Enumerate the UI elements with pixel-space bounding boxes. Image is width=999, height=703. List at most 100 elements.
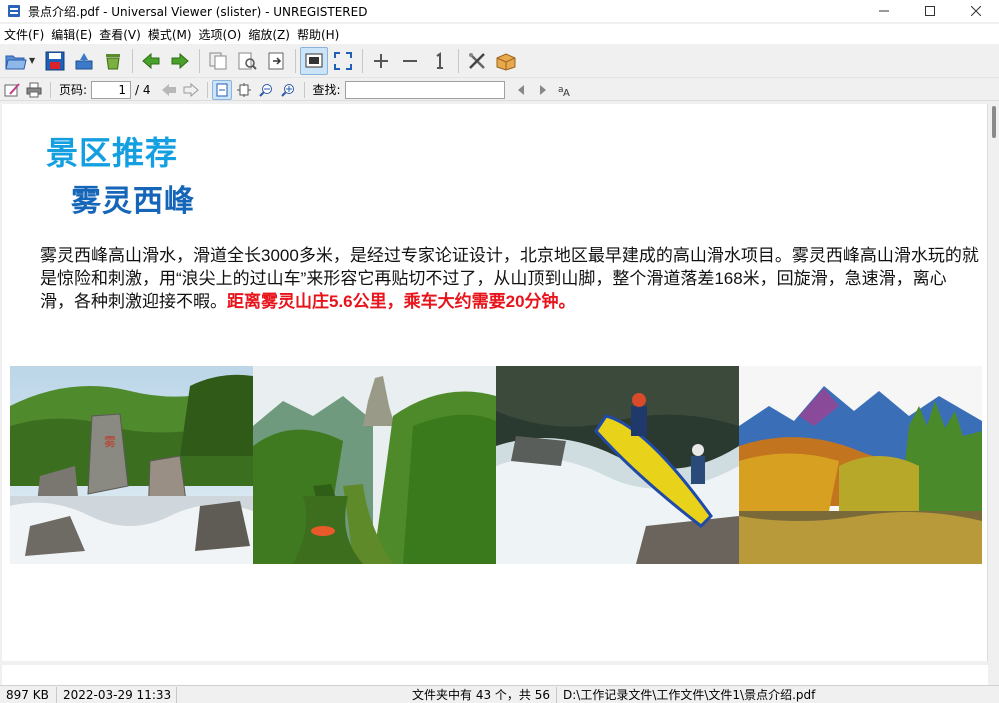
photo-strip: 雾: [10, 366, 984, 564]
file-path: D:\工作记录文件\工作文件\文件1\景点介绍.pdf: [563, 687, 816, 702]
back-arrow-icon: [142, 52, 160, 69]
zoom-out-icon: [403, 59, 417, 62]
toolbar-separator: [206, 81, 208, 98]
find-next-icon: [539, 84, 546, 95]
menu-help[interactable]: 帮助(H): [297, 26, 346, 43]
find-next-button[interactable]: [533, 80, 553, 100]
original-size-button[interactable]: [425, 47, 453, 75]
toolbar-separator: [303, 81, 305, 98]
photo-autumn-lake: [739, 366, 982, 564]
menu-view[interactable]: 查看(V): [99, 26, 148, 43]
toolbar-separator: [199, 48, 200, 73]
single-page-button[interactable]: [211, 79, 232, 100]
menu-zoom[interactable]: 缩放(Z): [248, 26, 297, 43]
file-size: 897 KB: [0, 686, 57, 703]
recycle-icon: [106, 53, 120, 69]
fullscreen-icon: [334, 51, 352, 70]
print-button[interactable]: [24, 80, 44, 100]
save-button[interactable]: [41, 47, 69, 75]
back-button[interactable]: [137, 47, 165, 75]
magnifier-plus-icon: [280, 83, 294, 97]
next-page-button[interactable]: [181, 80, 201, 100]
page-label: 页码:: [59, 83, 88, 97]
folder-count: 文件夹中有 43 个，共 56: [177, 686, 557, 703]
menu-bar: 文件(F) 编辑(E) 查看(V) 模式(M) 选项(O) 缩放(Z) 帮助(H…: [0, 24, 999, 44]
package-button[interactable]: [492, 47, 520, 75]
single-page-icon: [216, 83, 228, 96]
window-title: 景点介绍.pdf - Universal Viewer (slister) - …: [28, 4, 368, 19]
menu-options[interactable]: 选项(O): [199, 26, 249, 43]
find-prev-icon: [517, 84, 524, 95]
page-total: / 4: [135, 82, 151, 97]
navigation-toolbar: 页码: 1 / 4 查找: aA: [0, 79, 999, 101]
find-prev-button[interactable]: [511, 80, 531, 100]
vertical-scrollbar[interactable]: [989, 102, 999, 685]
print-icon: [26, 82, 42, 97]
maximize-button[interactable]: [907, 0, 953, 22]
copy-button[interactable]: [204, 47, 232, 75]
document-viewer[interactable]: 景区推荐 雾灵西峰 雾灵西峰高山滑水，滑道全长3000多米，是经过专家论证设计，…: [0, 102, 999, 685]
open-button[interactable]: [2, 47, 30, 75]
find-input[interactable]: [344, 80, 505, 99]
zoom-out-button[interactable]: [396, 47, 424, 75]
original-size-icon: [436, 51, 443, 69]
toolbar-separator: [458, 48, 459, 73]
description-paragraph: 雾灵西峰高山滑水，滑道全长3000多米，是经过专家论证设计，北京地区最早建成的高…: [40, 244, 980, 313]
photo-rafting: [496, 366, 739, 564]
settings-icon: [469, 52, 485, 69]
open-dropdown-arrow[interactable]: ▼: [29, 56, 39, 65]
prev-page-button[interactable]: [159, 80, 179, 100]
distance-highlight: 距离雾灵山庄5.6公里，乘车大约需要20分钟。: [227, 292, 576, 311]
svg-text:A: A: [563, 88, 570, 97]
match-case-button[interactable]: aA: [555, 80, 575, 100]
photo-rock-waterfall: 雾: [10, 366, 253, 564]
settings-button[interactable]: [463, 47, 491, 75]
recycle-button[interactable]: [99, 47, 127, 75]
next-pdf-page: [2, 665, 988, 685]
open-folder-icon: [5, 55, 27, 69]
zoom-in-icon: [374, 53, 388, 68]
photo-green-valley: [253, 366, 496, 564]
zoom-in-small-button[interactable]: [278, 80, 298, 100]
find-label: 查找:: [312, 83, 341, 97]
save-icon: [45, 51, 65, 70]
minimize-button[interactable]: [861, 0, 907, 22]
file-date: 2022-03-29 11:33: [57, 686, 177, 703]
match-case-icon: aA: [558, 85, 570, 97]
close-icon: [971, 6, 981, 16]
exit-doc-icon: [268, 52, 284, 69]
copy-icon: [209, 52, 227, 69]
edit-image-icon: [4, 82, 20, 96]
fit-window-icon: [305, 53, 323, 67]
fit-page-button[interactable]: [234, 80, 254, 100]
zoom-in-button[interactable]: [367, 47, 395, 75]
page-number-input[interactable]: 1: [91, 80, 132, 99]
fit-window-button[interactable]: [300, 46, 328, 75]
fullscreen-button[interactable]: [329, 47, 357, 75]
menu-mode[interactable]: 模式(M): [148, 26, 199, 43]
zoom-out-small-button[interactable]: [256, 80, 276, 100]
minimize-icon: [879, 10, 889, 12]
toolbar-separator: [362, 48, 363, 73]
title-bar: 景点介绍.pdf - Universal Viewer (slister) - …: [0, 0, 999, 22]
maximize-icon: [925, 6, 935, 16]
next-page-icon: [183, 82, 199, 97]
print-preview-icon: [238, 52, 257, 70]
main-toolbar: ▼: [0, 44, 999, 78]
status-bar: 897 KB 2022-03-29 11:33 文件夹中有 43 个，共 56 …: [0, 685, 999, 703]
exit-doc-button[interactable]: [262, 47, 290, 75]
pdf-page: 景区推荐 雾灵西峰 雾灵西峰高山滑水，滑道全长3000多米，是经过专家论证设计，…: [2, 104, 988, 661]
fit-page-icon: [236, 82, 251, 97]
menu-file[interactable]: 文件(F): [4, 26, 51, 43]
edit-button[interactable]: [2, 80, 22, 100]
forward-button[interactable]: [166, 47, 194, 75]
menu-edit[interactable]: 编辑(E): [51, 26, 99, 43]
close-button[interactable]: [953, 0, 999, 22]
package-icon: [496, 52, 516, 71]
export-button[interactable]: [70, 47, 98, 75]
print-preview-button[interactable]: [233, 47, 261, 75]
toolbar-separator: [295, 48, 296, 73]
scrollbar-thumb[interactable]: [992, 106, 996, 138]
section-heading: 景区推荐: [46, 135, 179, 171]
forward-arrow-icon: [171, 52, 189, 69]
